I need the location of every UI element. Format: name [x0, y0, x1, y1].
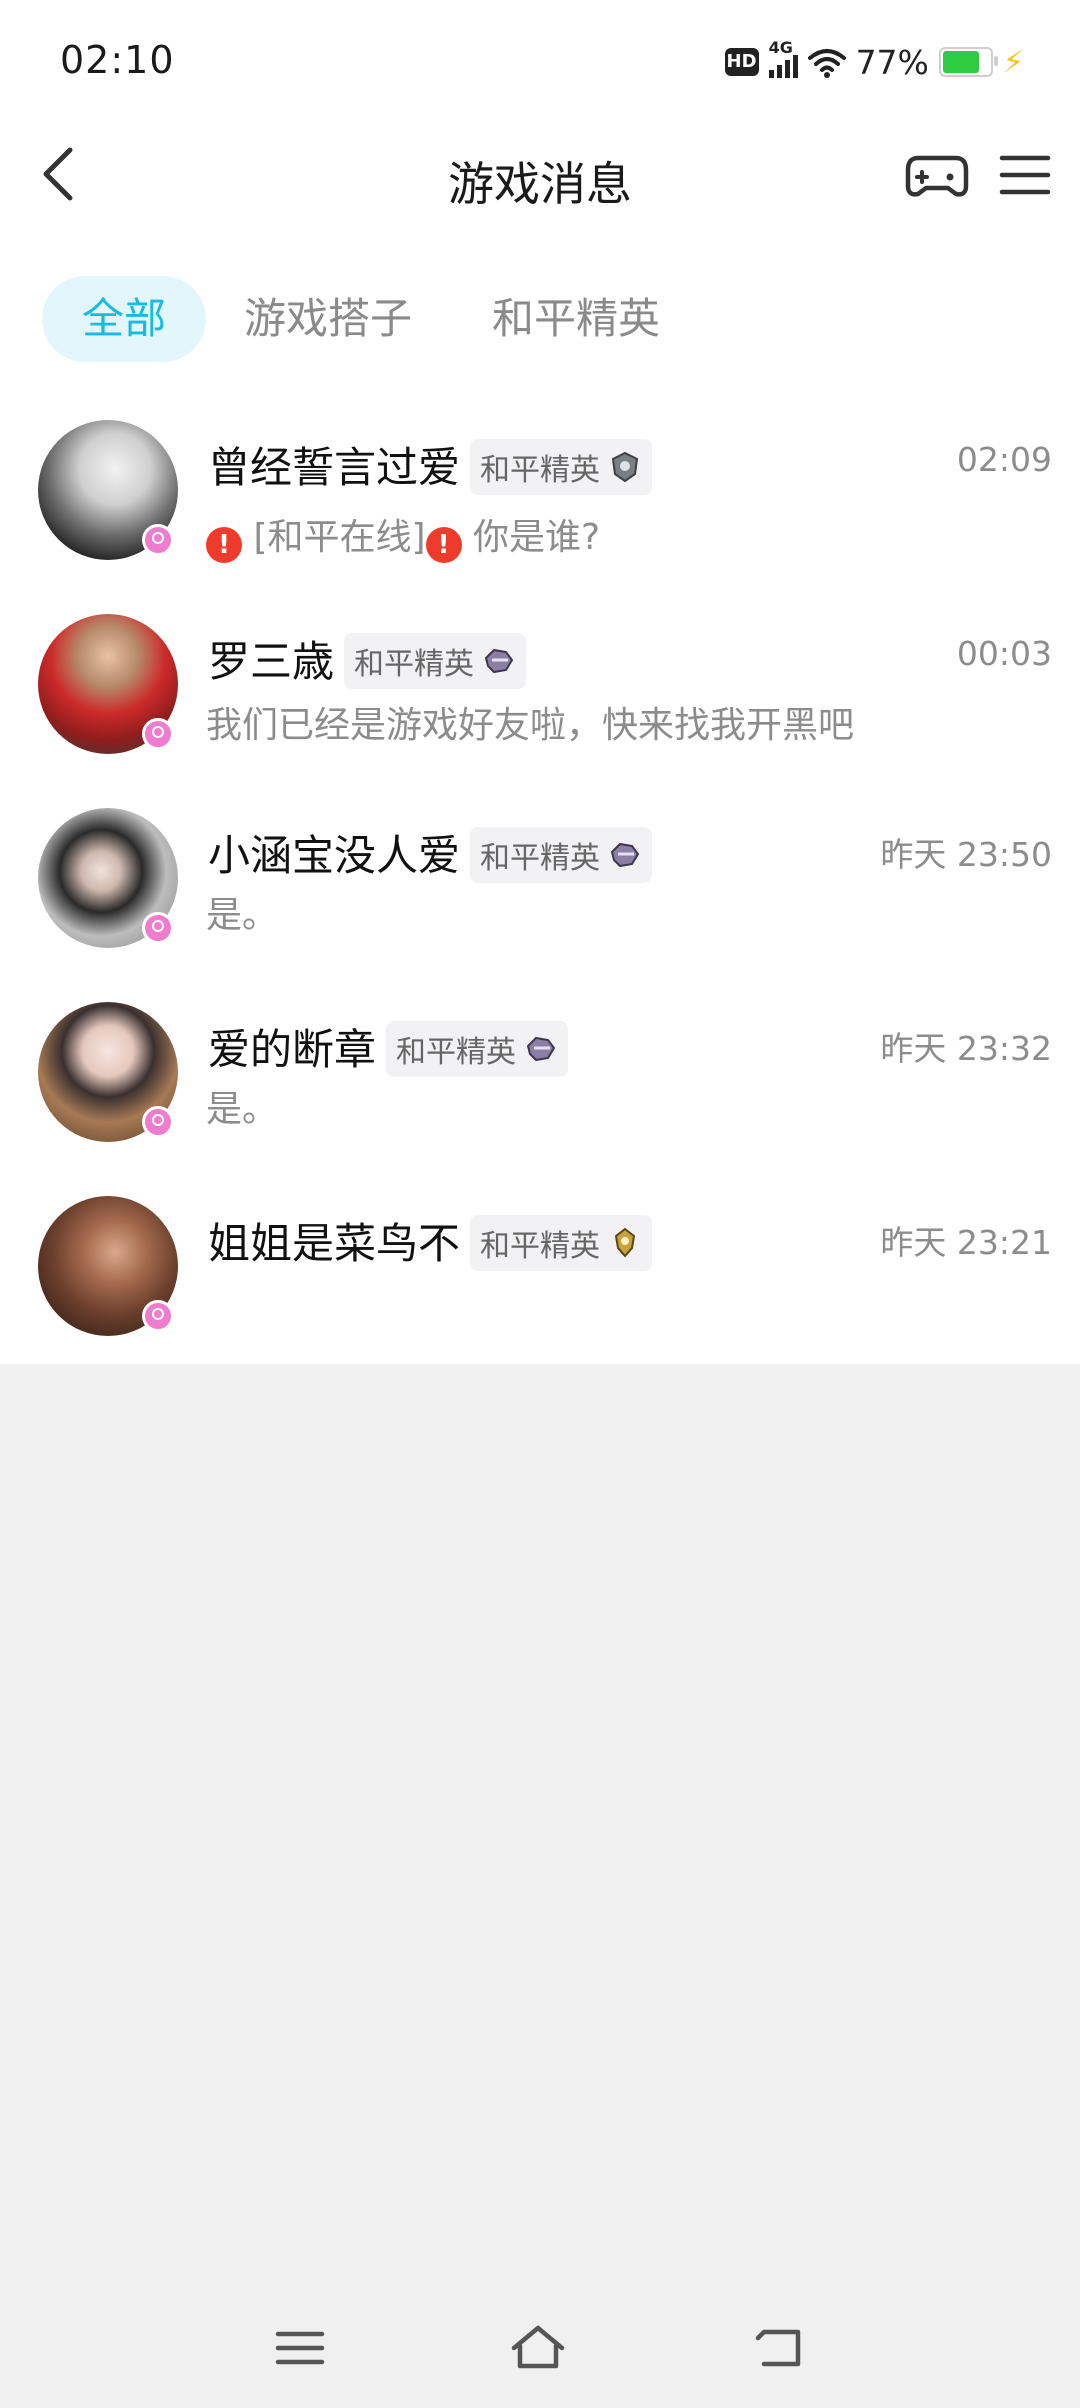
tab-bar: 全部 游戏搭子 和平精英: [0, 270, 1080, 370]
message-time: 昨天 23:32: [880, 1029, 1052, 1068]
game-tag: 和平精英: [470, 438, 653, 495]
contact-name: 姐姐是菜鸟不: [208, 1219, 461, 1268]
message-preview: 我们已经是游戏好友啦，快来找我开黑吧: [206, 705, 855, 746]
tab-all[interactable]: 全部: [42, 276, 207, 362]
contact-name: 罗三歳: [208, 637, 335, 686]
gender-badge-icon: [142, 718, 174, 750]
nav-menu-icon[interactable]: [270, 2318, 330, 2378]
message-time: 00:03: [956, 634, 1052, 673]
list-item[interactable]: 姐姐是菜鸟不 和平精英 昨天 23:21: [0, 1176, 1080, 1370]
list-item[interactable]: 曾经誓言过爱 和平精英 02:09 ! [和平在线]! 你是谁?: [0, 400, 1080, 594]
nav-back-icon[interactable]: [750, 2318, 810, 2378]
wifi-icon: [807, 49, 846, 78]
menu-icon[interactable]: [998, 150, 1052, 200]
status-icons: HD 4G 77% ⚡: [724, 38, 1024, 86]
battery-percent: 77%: [855, 42, 929, 82]
nav-home-icon[interactable]: [508, 2318, 568, 2378]
gamepad-icon[interactable]: [904, 146, 970, 206]
status-bar: 02:10 HD 4G 77% ⚡: [0, 0, 1080, 120]
app-header: 游戏消息: [0, 120, 1080, 232]
gender-badge-icon: [142, 1106, 174, 1138]
message-preview: 是。: [206, 895, 279, 936]
gender-badge-icon: [142, 1300, 174, 1332]
tab-game-buddy[interactable]: 游戏搭子: [244, 276, 412, 362]
rank-icon: [614, 1227, 636, 1258]
gender-badge-icon: [142, 524, 174, 556]
signal-icon: 4G: [768, 38, 798, 78]
battery-icon: [938, 47, 998, 77]
contact-name: 小涵宝没人爱: [208, 831, 461, 880]
list-item[interactable]: 小涵宝没人爱 和平精英 昨天 23:50 是。: [0, 788, 1080, 982]
contact-name: 曾经誓言过爱: [208, 443, 461, 492]
tab-peace-elite[interactable]: 和平精英: [492, 276, 660, 362]
hd-icon: HD: [724, 48, 759, 76]
alert-icon: !: [425, 527, 462, 563]
message-time: 02:09: [956, 440, 1052, 479]
rank-icon: [526, 1036, 556, 1061]
contact-name: 爱的断章: [208, 1025, 377, 1074]
preview-tag: [和平在线]: [253, 517, 426, 558]
system-nav-bar: [0, 2300, 1080, 2408]
game-tag: 和平精英: [470, 1214, 653, 1271]
message-time: 昨天 23:21: [880, 1223, 1052, 1262]
list-item[interactable]: 罗三歳 和平精英 00:03 我们已经是游戏好友啦，快来找我开黑吧: [0, 594, 1080, 788]
status-time: 02:10: [60, 38, 175, 82]
charging-icon: ⚡: [1002, 44, 1024, 80]
game-tag: 和平精英: [344, 632, 527, 689]
rank-icon: [610, 842, 640, 867]
game-tag: 和平精英: [470, 826, 653, 883]
rank-icon: [611, 451, 639, 482]
rank-icon: [484, 648, 514, 673]
message-preview: 是。: [206, 1089, 279, 1130]
message-preview: 你是谁?: [473, 517, 601, 558]
list-item[interactable]: 爱的断章 和平精英 昨天 23:32 是。: [0, 982, 1080, 1176]
gender-badge-icon: [142, 912, 174, 944]
message-time: 昨天 23:50: [880, 835, 1052, 874]
alert-icon: !: [206, 527, 242, 563]
game-tag: 和平精英: [386, 1020, 569, 1077]
